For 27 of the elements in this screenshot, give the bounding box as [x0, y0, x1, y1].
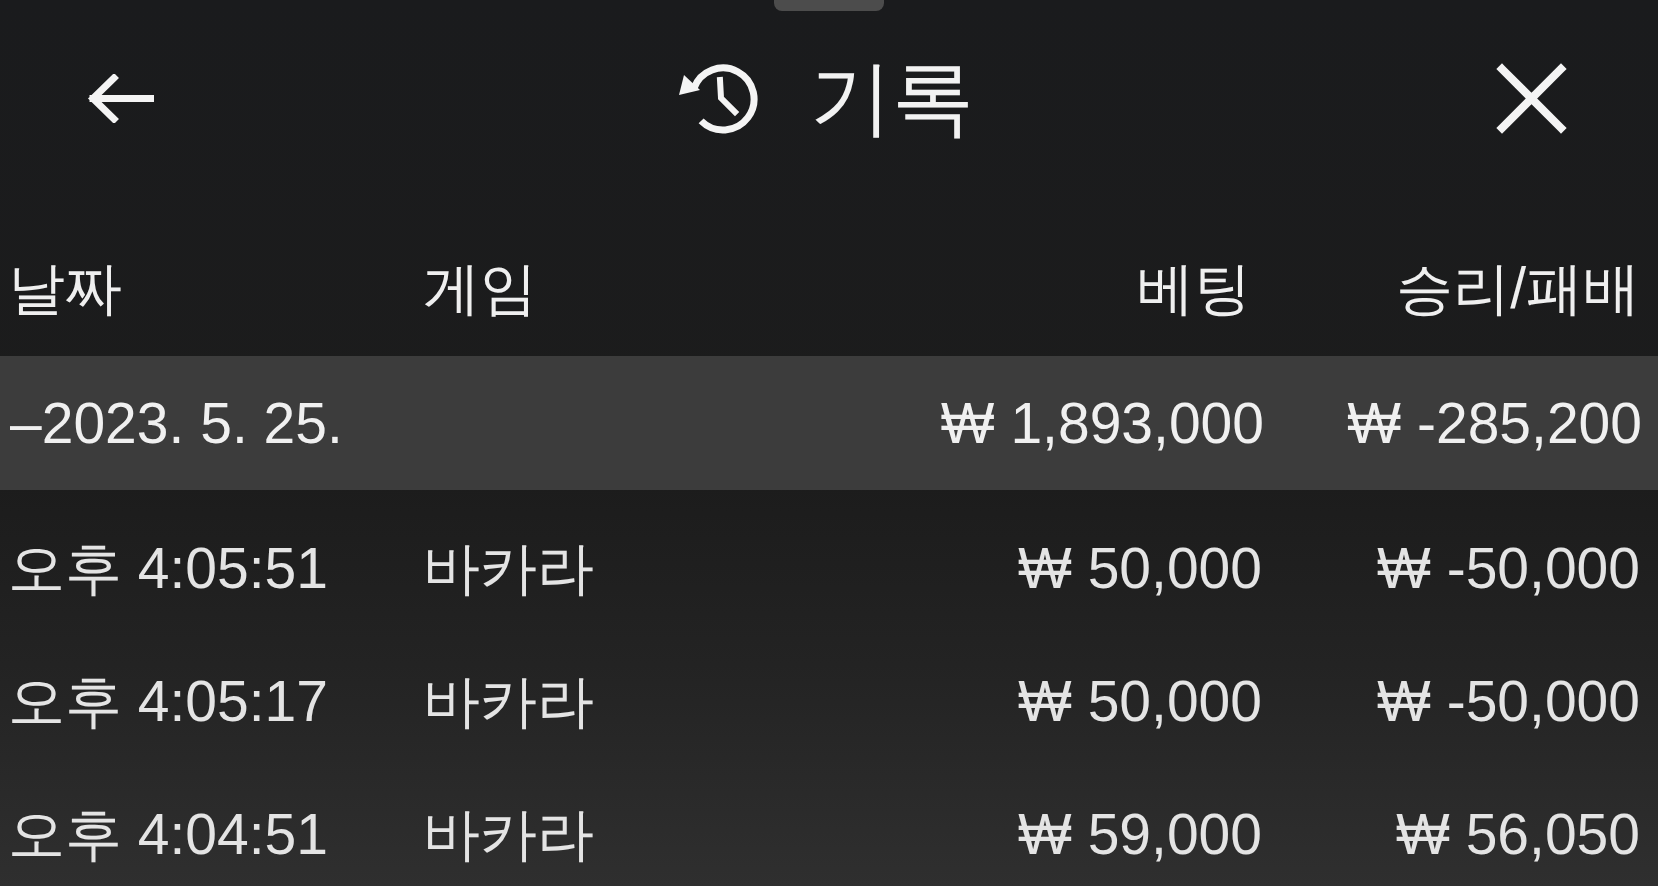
table-cell-text: 오후 4:05:51: [8, 535, 328, 603]
close-button[interactable]: [1496, 63, 1567, 134]
group-bet-total: ₩ 1,893,000: [940, 389, 1264, 457]
table-cell-text: 바카라: [423, 535, 594, 603]
back-button[interactable]: [85, 74, 154, 123]
table-cell-text: ₩ 50,000: [1018, 668, 1262, 736]
left-arrow-icon: [85, 74, 154, 123]
group-result-total: ₩ -285,200: [1347, 389, 1642, 457]
table-cell-text: 오후 4:05:17: [8, 668, 328, 736]
table-cell-text: 바카라: [423, 668, 594, 736]
table-cell-text: ₩ 59,000: [1018, 801, 1262, 869]
table-cell-text: ₩ 50,000: [1018, 535, 1262, 603]
column-header: 베팅: [1137, 254, 1251, 322]
history-icon: [678, 61, 760, 136]
column-header: 날짜: [8, 254, 122, 322]
table-cell-text: ₩ -50,000: [1377, 668, 1640, 736]
column-header: 승리/패배: [1396, 254, 1640, 322]
table-cell-text: 바카라: [423, 801, 594, 869]
page-title: 기록: [810, 53, 974, 144]
group-date: –2023. 5. 25.: [10, 389, 343, 457]
date-group-row[interactable]: –2023. 5. 25. ₩ 1,893,000 ₩ -285,200: [0, 356, 1658, 490]
table-cell-text: 오후 4:04:51: [8, 801, 328, 869]
table-cell-text: ₩ -50,000: [1377, 535, 1640, 603]
close-icon: [1496, 63, 1567, 134]
drag-handle[interactable]: [774, 0, 884, 11]
table-cell-text: ₩ 56,050: [1396, 801, 1640, 869]
column-header: 게임: [423, 254, 537, 322]
